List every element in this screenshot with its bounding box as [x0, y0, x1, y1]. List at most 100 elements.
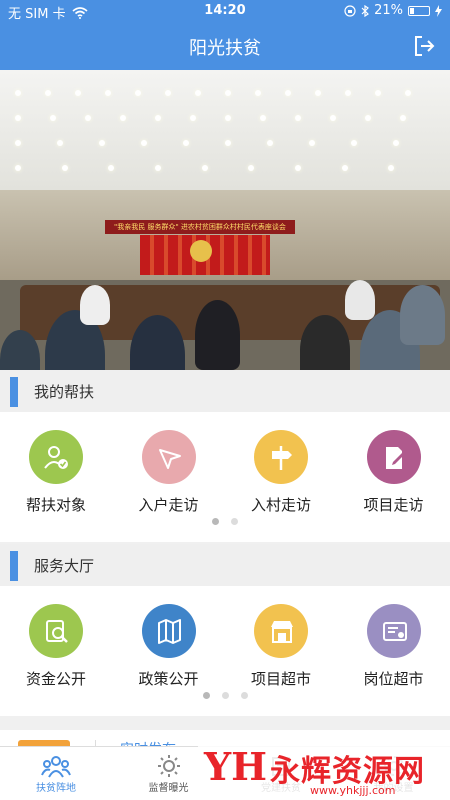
tab-group[interactable]: 扶贫阵地 [0, 747, 112, 800]
grid-item-money-search[interactable]: 资金公开 [0, 604, 112, 689]
ceiling-light [155, 115, 161, 121]
section-service-hall-header: 服务大厅 [0, 544, 450, 586]
grid-item-label: 资金公开 [25, 670, 86, 688]
banner-photo-people [0, 275, 450, 370]
ceiling-light [295, 165, 301, 171]
ceiling-light [295, 115, 301, 121]
banner-person [195, 300, 240, 370]
grid-item-label: 政策公开 [138, 670, 199, 688]
ceiling-light [155, 165, 161, 171]
money-search-icon [29, 604, 83, 658]
ceiling-light [61, 165, 68, 171]
logout-icon[interactable] [412, 34, 436, 58]
ceiling-light [267, 140, 273, 146]
ceiling-light [190, 115, 196, 121]
ceiling-light [135, 90, 141, 96]
battery-icon [408, 5, 430, 16]
ceiling-light [120, 115, 126, 121]
ceiling-light [15, 165, 21, 171]
ceiling-light [225, 140, 231, 146]
grid-item-storefront[interactable]: 项目超市 [225, 604, 337, 689]
certificate-icon [366, 604, 421, 658]
ceiling-light [351, 140, 357, 146]
service-hall-grid: 资金公开 政策公开 项目超市 岗位超市 [0, 586, 450, 716]
banner-person [300, 315, 350, 370]
orientation-lock-icon [344, 4, 356, 17]
grid-page-dots [0, 518, 450, 525]
status-bar: 无 SIM 卡 14:20 21% [0, 0, 450, 22]
grid-item-person-check[interactable]: 帮扶对象 [0, 430, 112, 515]
grid-page-dot[interactable] [231, 518, 238, 525]
grid-item-signpost[interactable]: 入村走访 [225, 430, 337, 515]
grid-page-dots [0, 692, 450, 699]
storefront-icon [254, 604, 308, 658]
ceiling-light [225, 115, 231, 121]
grid-item-label: 帮扶对象 [25, 496, 86, 514]
banner-photo-caption: "我亲我民 服务群众" 进农村贫困群众村村民代表座谈会 [105, 220, 295, 234]
ceiling-light [45, 90, 51, 96]
ceiling-light [365, 115, 371, 121]
section-my-help-header: 我的帮扶 [0, 370, 450, 412]
ceiling-light [141, 140, 147, 146]
section-title: 我的帮扶 [34, 383, 95, 401]
ceiling-light [255, 90, 261, 96]
ceiling-light [195, 90, 201, 96]
banner-person [80, 285, 110, 325]
grid-item-label: 项目超市 [250, 670, 311, 688]
ceiling-light [260, 115, 266, 121]
grid-page-dot[interactable] [240, 692, 248, 699]
grid-item-label: 岗位超市 [363, 670, 424, 688]
my-help-grid: 帮扶对象 入户走访 入村走访 项目走访 [0, 412, 450, 542]
watermark-logo: YH [204, 744, 268, 789]
banner-person [130, 315, 185, 370]
ceiling-light [309, 140, 315, 146]
grid-item-label: 项目走访 [363, 496, 424, 514]
grid-item-navigation-arrow[interactable]: 入户走访 [113, 430, 225, 515]
banner-person [0, 330, 40, 370]
grid-item-map-book[interactable]: 政策公开 [113, 604, 225, 689]
ceiling-light [50, 115, 56, 121]
grid-item-document-edit[interactable]: 项目走访 [338, 430, 450, 515]
grid-page-dot[interactable] [212, 518, 219, 525]
nav-bar: 阳光扶贫 [0, 22, 450, 70]
ceiling-light [105, 90, 111, 96]
bluetooth-icon [361, 4, 370, 17]
ceiling-light [405, 90, 411, 96]
tab-label: 扶贫阵地 [36, 783, 76, 794]
ceiling-light [341, 165, 348, 171]
grid-item-label: 入户走访 [138, 496, 199, 514]
grid-item-label: 入村走访 [250, 496, 311, 514]
charging-icon [435, 4, 442, 17]
grid-page-dot[interactable] [221, 692, 229, 699]
status-right: 21% [344, 3, 442, 18]
section-accent-bar [10, 377, 18, 407]
grid-page-dot[interactable] [202, 692, 210, 699]
ceiling-light [15, 115, 21, 121]
watermark-url: www.yhkjjj.com [310, 784, 396, 797]
ceiling-light [15, 140, 21, 146]
banner-photo-emblem [190, 240, 212, 262]
ceiling-light [15, 90, 21, 96]
ceiling-light [85, 115, 91, 121]
ceiling-light [345, 90, 351, 96]
banner-carousel[interactable]: "我亲我民 服务群众" 进农村贫困群众村村民代表座谈会 [0, 70, 450, 370]
person-check-icon [29, 430, 83, 484]
grid-item-certificate[interactable]: 岗位超市 [338, 604, 450, 689]
map-book-icon [141, 604, 196, 658]
document-edit-icon [366, 430, 421, 484]
signpost-icon [254, 430, 308, 484]
banner-photo-ceiling [0, 70, 450, 190]
page-title: 阳光扶贫 [189, 38, 261, 59]
ceiling-light [165, 90, 171, 96]
banner-person [345, 280, 375, 320]
watermark: YH 永辉资源网 www.yhkjjj.com [198, 742, 450, 800]
ceiling-light [393, 140, 399, 146]
ceiling-light [375, 90, 381, 96]
ceiling-light [57, 140, 63, 146]
ceiling-light [315, 90, 321, 96]
ceiling-light [225, 90, 231, 96]
section-accent-bar [10, 551, 18, 581]
ceiling-light [285, 90, 291, 96]
navigation-arrow-icon [141, 430, 196, 484]
sun-icon [157, 755, 180, 777]
